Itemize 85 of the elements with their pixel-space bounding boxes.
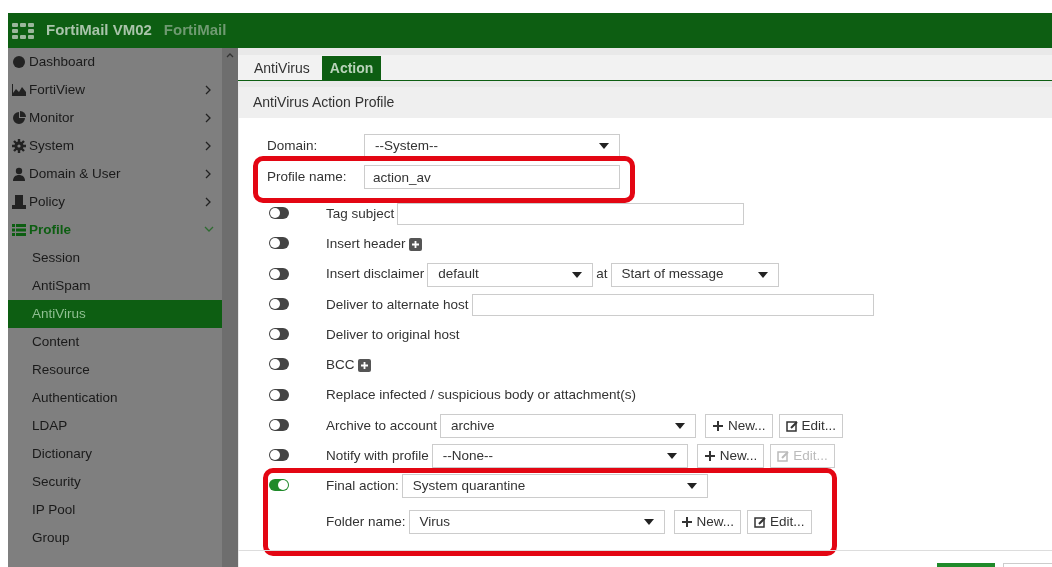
field-label: Deliver to alternate host — [326, 295, 469, 314]
scrollbar[interactable] — [222, 48, 238, 567]
sidebar-item[interactable]: Monitor — [8, 104, 222, 132]
input-field[interactable] — [471, 293, 874, 316]
toggle-switch[interactable] — [269, 207, 289, 219]
caret-icon — [686, 483, 697, 490]
field-label: Folder name: — [326, 513, 406, 532]
new-button[interactable]: New... — [673, 510, 742, 535]
new-button[interactable]: New... — [705, 413, 773, 438]
plus-icon[interactable] — [357, 358, 371, 372]
header-title: FortiMail — [163, 20, 227, 41]
new-button[interactable]: New... — [696, 444, 765, 468]
toggle-switch[interactable] — [269, 267, 289, 280]
dropdown[interactable]: Virus — [408, 510, 665, 535]
sidebar-item[interactable]: Policy — [8, 188, 222, 216]
input-field[interactable]: action_av — [364, 165, 620, 189]
edit-button[interactable]: Edit... — [778, 413, 844, 438]
field-label: Domain: — [267, 136, 319, 155]
input-field[interactable] — [397, 203, 745, 225]
caret-icon — [757, 271, 768, 278]
tab[interactable]: Action — [321, 56, 382, 80]
scroll-up-icon[interactable] — [226, 52, 234, 58]
field-label: Replace infected / suspicious body or attachment(s) — [326, 386, 636, 405]
sidebar-subitem[interactable]: Content — [8, 328, 222, 356]
plus-icon — [680, 516, 693, 529]
dropdown[interactable]: default — [427, 262, 594, 287]
toggle-switch[interactable] — [269, 449, 289, 461]
sidebar-subitem[interactable]: Dictionary — [8, 440, 222, 468]
plus-icon[interactable] — [408, 237, 422, 251]
panel-title: AntiVirus Action Profile — [239, 87, 1052, 118]
pie-chart-icon — [12, 111, 26, 125]
toggle-switch[interactable] — [269, 388, 289, 401]
edit-icon — [777, 450, 790, 462]
logo-icon — [12, 22, 34, 39]
field-label: Insert header — [326, 235, 406, 254]
field-label: Archive to account — [326, 416, 438, 435]
caret-icon — [572, 271, 583, 278]
field-label: BCC — [326, 356, 355, 375]
sidebar-subitem[interactable]: Group — [8, 524, 222, 552]
caret-icon — [675, 422, 686, 429]
dropdown[interactable]: System quarantine — [401, 474, 708, 499]
dropdown[interactable]: --System-- — [364, 134, 620, 158]
gear-icon — [12, 139, 26, 153]
sidebar-item[interactable]: Domain & User — [8, 160, 222, 188]
dashboard-icon — [12, 55, 26, 69]
caret-icon — [643, 519, 654, 526]
sidebar-item[interactable]: FortiView — [8, 76, 222, 104]
sidebar-item[interactable]: Dashboard — [8, 48, 222, 76]
product-name: FortiMail VM02 — [46, 20, 152, 41]
dropdown[interactable]: --None-- — [431, 444, 688, 468]
toggle-switch[interactable] — [269, 479, 289, 492]
toggle-switch[interactable] — [269, 358, 289, 371]
dropdown[interactable]: archive — [440, 413, 697, 438]
field-label: Insert disclaimer — [326, 265, 425, 284]
plus-icon — [703, 450, 716, 462]
edit-button[interactable]: Edit... — [747, 510, 812, 535]
field-label: Profile name: — [267, 167, 348, 186]
field-label: Tag subject — [326, 204, 395, 223]
dropdown[interactable]: Start of message — [610, 262, 779, 287]
field-label: Final action: — [326, 477, 399, 496]
sidebar-subitem[interactable]: LDAP — [8, 412, 222, 440]
tab[interactable]: AntiVirus — [246, 56, 318, 80]
sidebar-subitem[interactable]: AntiVirus — [8, 300, 222, 328]
edit-icon — [754, 516, 767, 529]
sidebar-subitem[interactable]: IP Pool — [8, 496, 222, 524]
sidebar-item[interactable]: System — [8, 132, 222, 160]
toggle-switch[interactable] — [269, 237, 289, 250]
mountain-chart-icon — [12, 83, 26, 97]
toggle-switch[interactable] — [269, 297, 289, 310]
toggle-switch[interactable] — [269, 328, 289, 340]
field-label: Notify with profile — [326, 446, 429, 465]
toggle-switch[interactable] — [269, 418, 289, 431]
caret-icon — [666, 453, 677, 459]
sidebar-subitem[interactable]: Security — [8, 468, 222, 496]
field-label: Deliver to original host — [326, 325, 460, 344]
caret-icon — [599, 143, 609, 149]
sidebar-subitem[interactable]: AntiSpam — [8, 272, 222, 300]
user-icon — [12, 167, 26, 181]
sidebar-subitem[interactable]: Authentication — [8, 384, 222, 412]
plus-icon — [712, 419, 725, 432]
edit-icon — [785, 419, 798, 432]
sidebar-subitem[interactable]: Resource — [8, 356, 222, 384]
list-icon — [12, 223, 26, 237]
field-label: at — [596, 265, 608, 284]
sidebar-subitem[interactable]: Session — [8, 244, 222, 272]
